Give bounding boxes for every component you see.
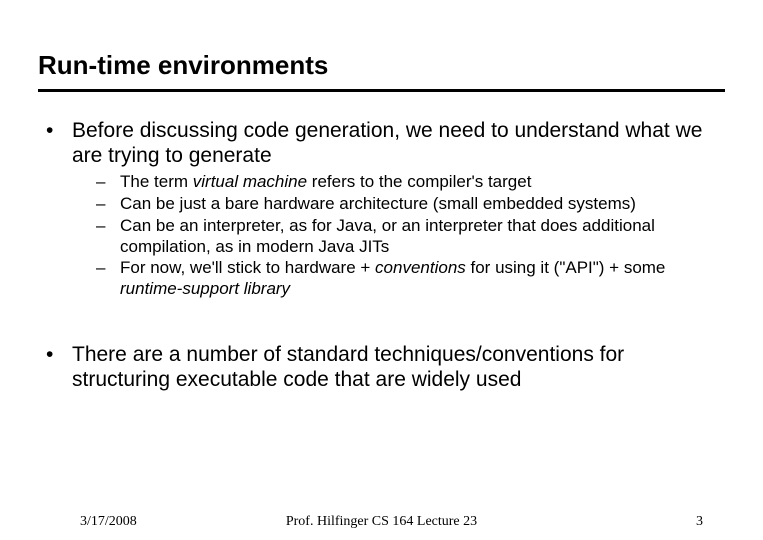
- bullet-dash: –: [96, 172, 120, 193]
- bullet-dot: •: [38, 342, 72, 392]
- bullet-dash: –: [96, 216, 120, 257]
- bullet-dash: –: [96, 258, 120, 299]
- list-item: – Can be just a bare hardware architectu…: [96, 194, 725, 215]
- sub-text: Can be an interpreter, as for Java, or a…: [120, 216, 725, 257]
- list-item: – Can be an interpreter, as for Java, or…: [96, 216, 725, 257]
- sub-text: The term virtual machine refers to the c…: [120, 172, 725, 193]
- slide-title: Run-time environments: [38, 50, 725, 81]
- sub-list: – The term virtual machine refers to the…: [38, 172, 725, 299]
- title-rule: [38, 89, 725, 92]
- list-item: – For now, we'll stick to hardware + con…: [96, 258, 725, 299]
- bullet-text: There are a number of standard technique…: [72, 342, 725, 392]
- bullet-dash: –: [96, 194, 120, 215]
- list-item: – The term virtual machine refers to the…: [96, 172, 725, 193]
- list-item: • There are a number of standard techniq…: [38, 342, 725, 392]
- list-item: • Before discussing code generation, we …: [38, 118, 725, 168]
- spacer: [38, 320, 725, 342]
- bullet-dot: •: [38, 118, 72, 168]
- footer-center: Prof. Hilfinger CS 164 Lecture 23: [0, 514, 763, 530]
- footer-page: 3: [696, 514, 703, 530]
- slide: Run-time environments • Before discussin…: [0, 0, 763, 392]
- sub-text: For now, we'll stick to hardware + conve…: [120, 258, 725, 299]
- bullet-list: • Before discussing code generation, we …: [38, 118, 725, 392]
- sub-text: Can be just a bare hardware architecture…: [120, 194, 725, 215]
- bullet-text: Before discussing code generation, we ne…: [72, 118, 725, 168]
